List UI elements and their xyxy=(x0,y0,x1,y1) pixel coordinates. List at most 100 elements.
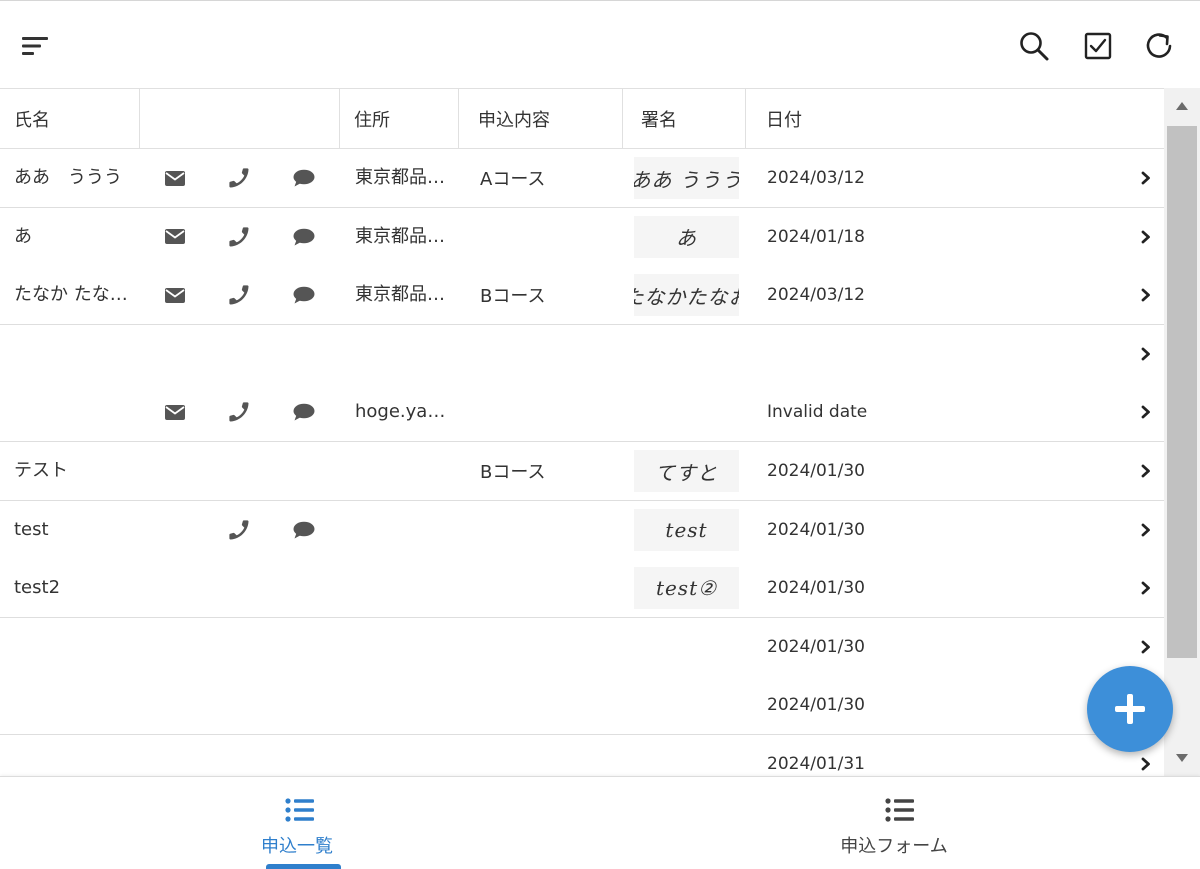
nav-item-application-form[interactable]: 申込フォーム xyxy=(600,777,1200,869)
mail-button[interactable] xyxy=(162,266,188,324)
cell-signature: たなかたなお xyxy=(634,266,739,324)
chat-bubble-icon xyxy=(293,521,315,539)
bottom-navigation: 申込一覧 申込フォーム xyxy=(0,776,1200,869)
mail-icon xyxy=(165,170,185,186)
signature-text: たなかたなお xyxy=(634,284,739,309)
row-detail-arrow[interactable] xyxy=(1136,501,1156,559)
scroll-thumb[interactable] xyxy=(1167,126,1197,658)
chat-bubble-icon xyxy=(293,169,315,187)
cell-address xyxy=(355,676,459,734)
add-application-button[interactable] xyxy=(1087,666,1173,752)
chevron-right-icon xyxy=(1141,288,1150,302)
refresh-button[interactable] xyxy=(1140,26,1180,66)
table-row[interactable]: 2024/01/30 xyxy=(0,617,1164,677)
column-header-content[interactable]: 申込内容 xyxy=(459,89,623,148)
table-row[interactable]: たなか たなかたろう 東京都品川区 Bコース たなかたなお 2024/03/12 xyxy=(0,266,1164,326)
row-detail-arrow[interactable] xyxy=(1136,266,1156,324)
phone-button[interactable] xyxy=(226,266,252,324)
table-row[interactable]: 2024/01/30 xyxy=(0,676,1164,736)
mail-button[interactable] xyxy=(162,383,188,441)
select-mode-button[interactable] xyxy=(1078,26,1118,66)
phone-icon xyxy=(229,519,249,540)
cell-date: 2024/01/18 xyxy=(767,226,865,247)
signature-text: ああ ううう xyxy=(634,167,739,192)
message-button[interactable] xyxy=(291,149,317,207)
row-detail-arrow[interactable] xyxy=(1136,383,1156,441)
cell-content xyxy=(480,325,620,383)
message-button[interactable] xyxy=(291,383,317,441)
chevron-right-icon xyxy=(1141,757,1150,771)
table-row[interactable]: hoge.yamada Invalid date xyxy=(0,383,1164,443)
cell-name: test2 xyxy=(14,577,61,599)
mail-button[interactable] xyxy=(162,149,188,207)
column-header-contact xyxy=(140,89,340,148)
chevron-right-icon xyxy=(1141,581,1150,595)
sort-lines-icon xyxy=(22,37,48,55)
column-header-address[interactable]: 住所 xyxy=(340,89,459,148)
row-detail-arrow[interactable] xyxy=(1136,559,1156,617)
signature-image: test xyxy=(634,508,739,551)
table-row[interactable]: あ 東京都品川区 あ 2024/01/18 xyxy=(0,207,1164,267)
phone-button[interactable] xyxy=(226,501,252,559)
nav-item-application-list[interactable]: 申込一覧 xyxy=(0,777,600,869)
signature-image: たなかたなお xyxy=(634,274,739,317)
phone-icon xyxy=(229,168,249,188)
row-detail-arrow[interactable] xyxy=(1136,325,1156,383)
list-icon xyxy=(285,798,314,822)
cell-content: Aコース xyxy=(480,169,546,190)
chat-bubble-icon xyxy=(293,286,315,304)
scroll-up-arrow[interactable] xyxy=(1164,88,1200,124)
cell-content xyxy=(480,618,620,676)
nav-label: 申込フォーム xyxy=(840,836,948,857)
cell-signature: あ xyxy=(634,208,739,266)
cell-address: 東京都品川区 xyxy=(355,284,459,306)
cell-date xyxy=(767,325,967,383)
application-table: 氏名 住所 申込内容 署名 日付 ああ ううう 東京都品川区 Aコース ああ ううう 2… xyxy=(0,88,1164,776)
chevron-right-icon xyxy=(1141,523,1150,536)
column-header-name[interactable]: 氏名 xyxy=(0,89,140,148)
cell-content xyxy=(480,383,620,441)
table-row[interactable]: テスト Bコース てすと 2024/01/30 xyxy=(0,442,1164,501)
cell-address xyxy=(355,442,459,500)
message-button[interactable] xyxy=(291,501,317,559)
phone-button[interactable] xyxy=(226,149,252,207)
table-row[interactable]: test2 test② 2024/01/30 xyxy=(0,559,1164,619)
cell-date: 2024/01/31 xyxy=(767,754,865,774)
cell-name xyxy=(14,735,140,776)
cell-content: Bコース xyxy=(480,286,546,308)
table-row[interactable]: test test 2024/01/30 xyxy=(0,500,1164,560)
table-row[interactable]: ああ ううう 東京都品川区 Aコース ああ ううう 2024/03/12 xyxy=(0,149,1164,208)
column-header-date[interactable]: 日付 xyxy=(746,89,1164,148)
table-row[interactable]: 2024/01/31 xyxy=(0,735,1164,776)
cell-content xyxy=(480,501,620,559)
sort-button[interactable] xyxy=(15,26,55,66)
signature-text: てすと xyxy=(655,460,718,485)
cell-date: Invalid date xyxy=(767,402,868,423)
cell-date: 2024/01/30 xyxy=(767,636,865,657)
signature-image: てすと xyxy=(634,450,739,492)
column-header-signature[interactable]: 署名 xyxy=(623,89,746,148)
scroll-down-arrow[interactable] xyxy=(1164,740,1200,776)
message-button[interactable] xyxy=(291,208,317,266)
row-detail-arrow[interactable] xyxy=(1136,208,1156,266)
row-detail-arrow[interactable] xyxy=(1136,442,1156,500)
mail-icon xyxy=(165,287,185,303)
search-icon xyxy=(1020,32,1049,61)
chevron-right-icon xyxy=(1141,171,1150,185)
phone-button[interactable] xyxy=(226,383,252,441)
row-detail-arrow[interactable] xyxy=(1136,149,1156,207)
cell-content xyxy=(480,676,620,734)
chat-bubble-icon xyxy=(293,228,315,246)
cell-name: たなか たなかたろう xyxy=(14,284,140,306)
table-row[interactable] xyxy=(0,324,1164,384)
signature-image: あ xyxy=(634,215,739,258)
vertical-scrollbar[interactable] xyxy=(1164,88,1200,776)
cell-name xyxy=(14,618,140,676)
cell-name xyxy=(14,325,140,383)
search-button[interactable] xyxy=(1014,26,1054,66)
phone-button[interactable] xyxy=(226,208,252,266)
message-button[interactable] xyxy=(291,266,317,324)
cell-address xyxy=(355,325,459,383)
mail-button[interactable] xyxy=(162,208,188,266)
cell-address xyxy=(355,501,459,559)
